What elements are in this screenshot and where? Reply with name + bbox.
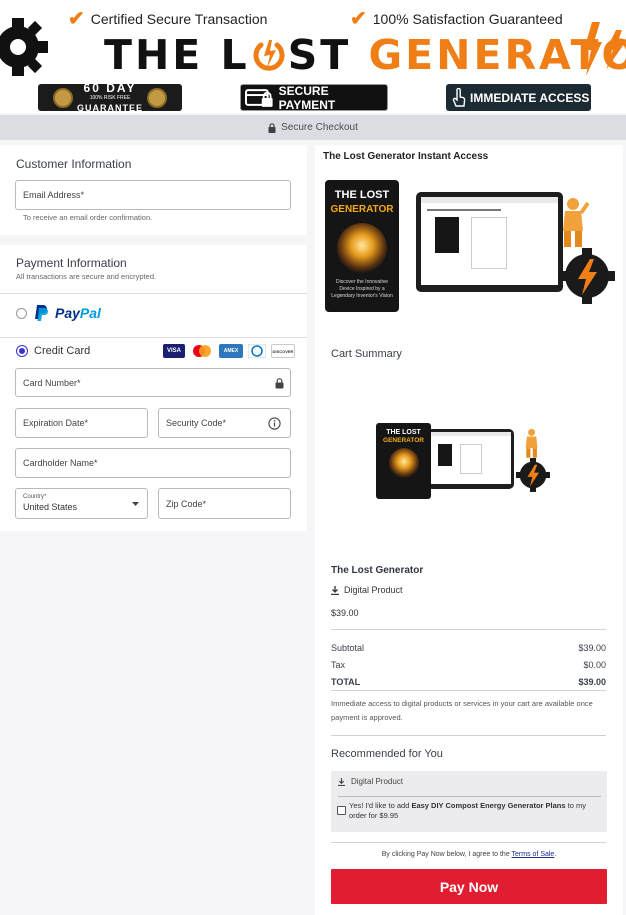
subtotal-row: Subtotal $39.00	[331, 643, 606, 653]
cart-item-type: Digital Product	[331, 585, 403, 595]
visa-icon: VISA	[163, 344, 185, 358]
section-subtitle: All transactions are secure and encrypte…	[16, 272, 157, 281]
section-title: Payment Information	[16, 256, 127, 270]
lightbulb-icon	[337, 223, 387, 273]
add-on-text: Yes! I'd like to add Easy DIY Compost En…	[349, 801, 586, 820]
ebook-cover: THE LOST GENERATOR Discover the Innovati…	[325, 180, 399, 312]
lightbulb-icon	[388, 448, 419, 478]
email-hint: To receive an email order confirmation.	[23, 213, 153, 222]
expiration-date-field[interactable]: Expiration Date*	[15, 408, 148, 438]
checkmark-icon: ✔	[68, 8, 85, 30]
pay-now-button[interactable]: Pay Now	[331, 869, 607, 904]
paypal-radio[interactable]	[16, 307, 27, 319]
product-title: The Lost Generator Instant Access	[323, 151, 489, 162]
immediate-access-badge: IMMEDIATE ACCESS	[446, 84, 591, 111]
divider	[331, 629, 606, 630]
lightning-bolt-icon	[584, 22, 624, 76]
gold-seal-icon	[147, 87, 167, 108]
brand-logo: THE LST GENERATOR	[104, 31, 626, 79]
cart-summary-title: Cart Summary	[331, 348, 402, 360]
rec-item-type: Digital Product	[338, 777, 403, 786]
gold-seal-icon	[52, 87, 73, 108]
gear-bolt-icon	[559, 248, 615, 304]
terms-of-sale-link[interactable]: Terms of Sale	[512, 851, 555, 858]
discover-icon: DISCOVER	[271, 344, 295, 358]
divider	[0, 293, 307, 294]
cardholder-name-field[interactable]: Cardholder Name*	[15, 448, 291, 478]
card-lock-icon	[245, 88, 273, 107]
download-icon	[331, 585, 339, 595]
cart-item-price: $39.00	[331, 608, 359, 618]
recommended-item: Digital Product Yes! I'd like to add Eas…	[331, 771, 607, 832]
credit-card-option[interactable]: Credit Card	[16, 345, 90, 357]
paypal-logo-icon	[35, 305, 48, 321]
cert-secure-transaction: ✔ Certified Secure Transaction	[68, 8, 268, 30]
gear-icon	[0, 18, 48, 76]
ebook-cover: THE LOST GENERATOR	[376, 423, 431, 499]
zip-code-field[interactable]: Zip Code*	[158, 488, 291, 519]
add-on-checkbox[interactable]	[337, 806, 346, 815]
section-title: Customer Information	[16, 157, 132, 171]
card-brands: VISA AMEX DISCOVER	[163, 344, 295, 358]
gear-bolt-icon	[516, 458, 550, 492]
power-o-icon	[253, 40, 285, 71]
order-summary-panel: The Lost Generator Instant Access THE LO…	[315, 145, 623, 915]
divider	[331, 735, 606, 736]
country-select[interactable]: Country* United States	[15, 488, 148, 519]
divider	[331, 842, 606, 843]
guarantee-badge: 60 DAY 100% RISK FREE GUARANTEE	[38, 82, 182, 113]
security-code-field[interactable]: Security Code*	[158, 408, 291, 438]
site-header: ✔ Certified Secure Transaction ✔ 100% Sa…	[0, 0, 626, 113]
divider	[0, 337, 307, 338]
divider	[338, 796, 601, 797]
paypal-option[interactable]: PayPal	[16, 304, 101, 322]
terms-notice: By clicking Pay Now below, I agree to th…	[381, 851, 557, 858]
cart-item-name: The Lost Generator	[331, 565, 424, 576]
amex-icon: AMEX	[219, 344, 243, 358]
secure-checkout-bar: Secure Checkout	[0, 115, 626, 140]
inventor-figure-icon	[525, 428, 538, 458]
inventor-figure-icon	[563, 198, 589, 247]
caret-down-icon	[132, 502, 139, 506]
info-icon[interactable]	[268, 417, 281, 430]
laptop-mockup	[427, 429, 514, 489]
customer-information-section: Customer Information Email Address* To r…	[0, 145, 307, 235]
cert-satisfaction: ✔ 100% Satisfaction Guaranteed	[350, 8, 563, 30]
payment-information-section: Payment Information All transactions are…	[0, 245, 307, 531]
lock-icon	[268, 122, 276, 133]
diners-club-icon	[248, 344, 266, 358]
mastercard-icon	[193, 345, 211, 357]
total-row: TOTAL $39.00	[331, 677, 606, 687]
credit-card-radio[interactable]	[16, 345, 28, 357]
secure-payment-badge: SECURE PAYMENT	[240, 84, 388, 112]
email-field[interactable]: Email Address*	[15, 180, 291, 210]
tax-row: Tax $0.00	[331, 660, 606, 670]
access-note: Immediate access to digital products or …	[331, 699, 593, 722]
card-number-field[interactable]: Card Number*	[15, 368, 291, 397]
divider	[331, 690, 606, 691]
laptop-mockup	[416, 192, 563, 292]
lock-icon	[275, 378, 284, 389]
download-icon	[338, 777, 345, 786]
recommended-title: Recommended for You	[331, 748, 443, 760]
pointer-hand-icon	[452, 87, 466, 107]
checkmark-icon: ✔	[350, 8, 367, 30]
